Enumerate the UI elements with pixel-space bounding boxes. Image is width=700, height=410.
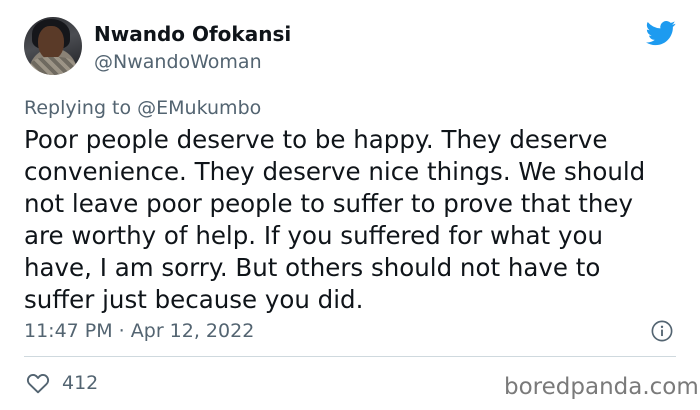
avatar-scarf — [30, 57, 76, 75]
info-icon[interactable] — [651, 320, 673, 342]
tweet-line: suffer just because you did. — [24, 285, 364, 314]
reply-context: Replying to @EMukumbo — [24, 97, 261, 119]
heart-icon[interactable] — [26, 372, 50, 394]
tweet-line: have, I am sorry. But others should not … — [24, 253, 601, 282]
watermark: boredpanda.com — [504, 374, 699, 400]
tweet-line: not leave poor people to suffer to prove… — [24, 189, 633, 218]
tweet-text: Poor people deserve to be happy. They de… — [24, 124, 684, 316]
avatar-face — [38, 26, 64, 60]
divider — [24, 356, 676, 357]
tweet-line: convenience. They deserve nice things. W… — [24, 157, 646, 186]
reply-to-link[interactable]: @EMukumbo — [137, 97, 261, 119]
twitter-bird-icon[interactable] — [644, 18, 678, 48]
avatar[interactable] — [24, 17, 82, 75]
author-handle[interactable]: @NwandoWoman — [94, 51, 262, 73]
tweet-timestamp[interactable]: 11:47 PM · Apr 12, 2022 — [24, 320, 254, 342]
like-count: 412 — [62, 372, 99, 394]
tweet-line: Poor people deserve to be happy. They de… — [24, 125, 608, 154]
reply-prefix: Replying to — [24, 97, 138, 119]
tweet-line: are worthy of help. If you suffered for … — [24, 221, 603, 250]
author-name[interactable]: Nwando Ofokansi — [94, 22, 291, 46]
